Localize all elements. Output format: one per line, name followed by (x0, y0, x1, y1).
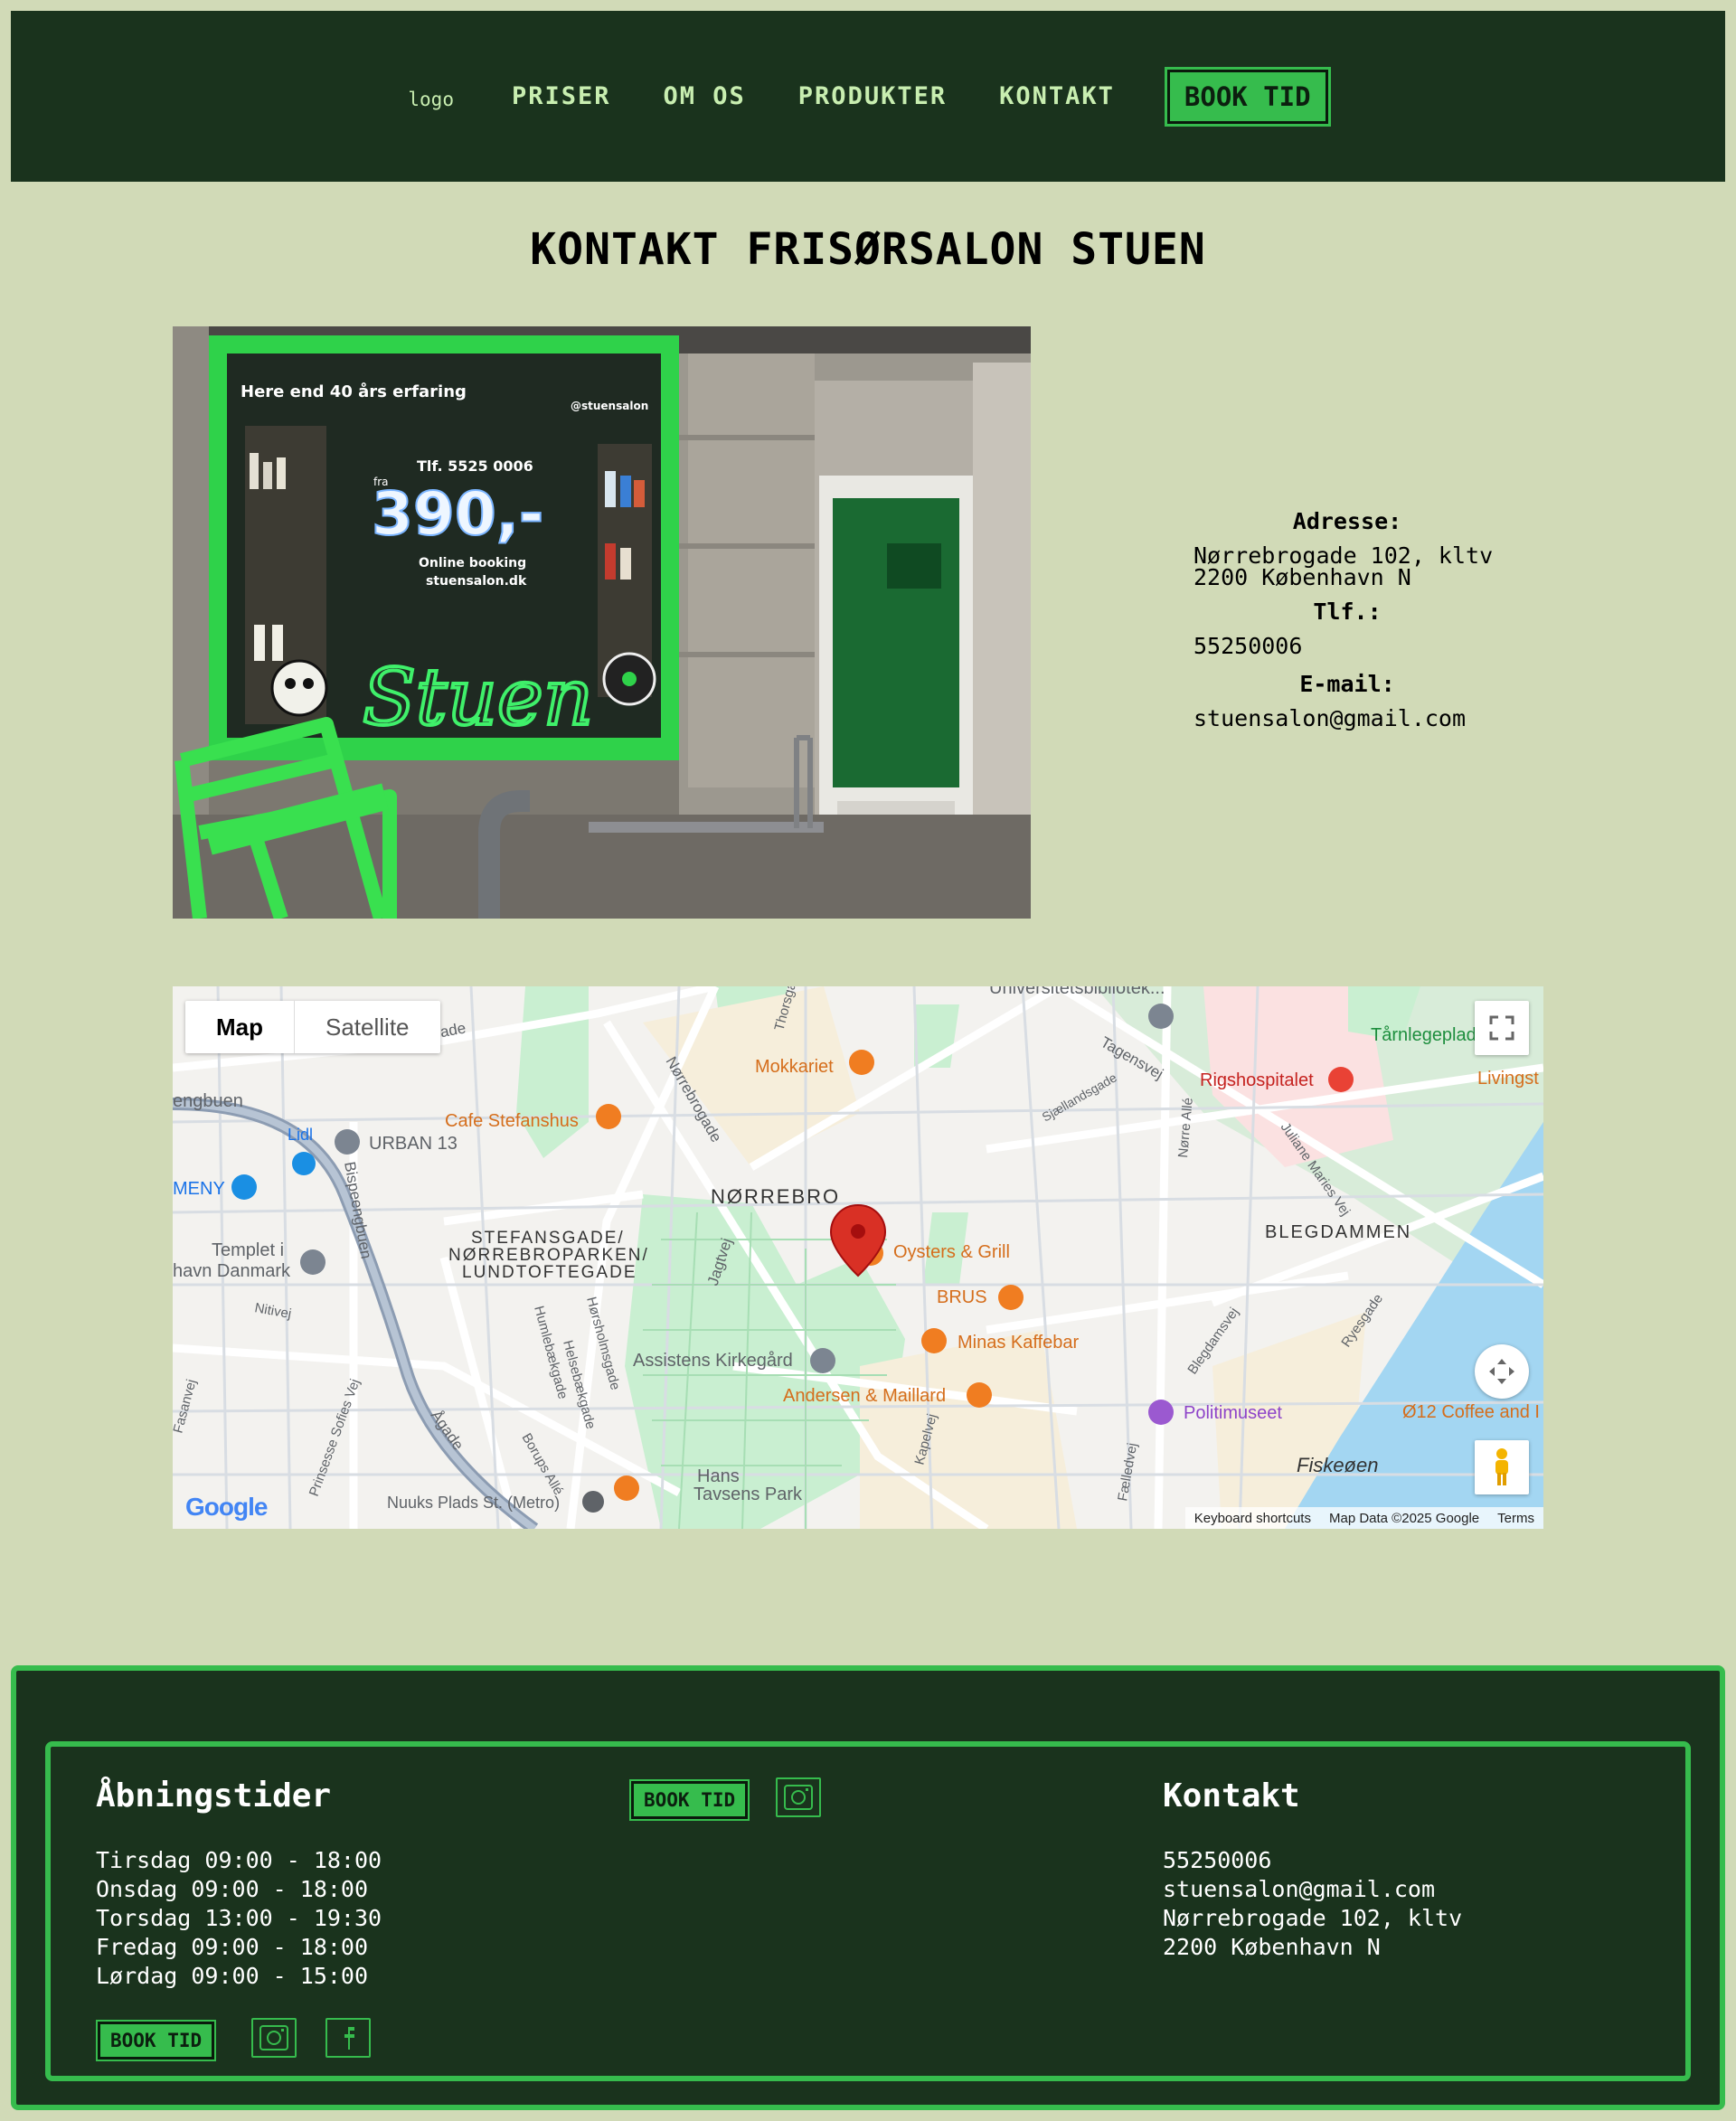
instagram-icon[interactable] (776, 1777, 821, 1817)
page-title: KONTAKT FRISØRSALON STUEN (530, 224, 1206, 275)
footer-phone[interactable]: 55250006 (1163, 1846, 1462, 1875)
poi-label[interactable]: Minas Kaffebar (958, 1333, 1079, 1353)
window-text-website: stuensalon.dk (426, 574, 527, 589)
hours-line: Lørdag 09:00 - 15:00 (96, 1963, 369, 1989)
camera-control-icon[interactable] (1475, 1344, 1529, 1399)
logo[interactable]: logo (408, 89, 454, 110)
poi-label[interactable]: Livingst (1477, 1069, 1539, 1089)
nav-priser[interactable]: PRISER (512, 82, 611, 110)
address-line-2: 2200 København N (1194, 564, 1411, 590)
phone-label: Tlf.: (1313, 599, 1382, 625)
window-text-online-booking: Online booking (419, 556, 526, 570)
poi-label[interactable]: havn Danmark (173, 1261, 291, 1281)
footer-panel: Åbningstider Tirsdag 09:00 - 18:00 Onsda… (45, 1741, 1691, 2081)
poi-label[interactable]: Oysters & Grill (893, 1242, 1010, 1262)
address-label: Adresse: (1292, 508, 1402, 534)
area-label: BLEGDAMMEN (1265, 1222, 1411, 1242)
window-text-price: 390,- (372, 479, 543, 549)
pegman-icon[interactable] (1475, 1440, 1529, 1494)
window-text-instagram: @stuensalon (571, 400, 648, 412)
hours-line: Tirsdag 09:00 - 18:00 (96, 1847, 382, 1873)
poi-label[interactable]: URBAN 13 (369, 1134, 458, 1154)
shop-photo: Here end 40 års erfaring @stuensalon Tlf… (173, 326, 1031, 919)
map-type-map[interactable]: Map (185, 1001, 295, 1053)
email-label: E-mail: (1299, 671, 1395, 697)
poi-label[interactable]: Mokkariet (755, 1057, 834, 1077)
hours-line: Onsdag 09:00 - 18:00 (96, 1876, 369, 1902)
poi-label[interactable]: Politimuseet (1184, 1403, 1282, 1423)
footer-book-tid-button-top[interactable]: BOOK TID (631, 1781, 749, 1819)
poi-label: Hans (697, 1466, 740, 1486)
poi-label[interactable]: Rigshospitalet (1200, 1070, 1314, 1090)
poi-label: Tavsens Park (693, 1485, 803, 1504)
facebook-icon[interactable] (326, 2018, 371, 2058)
poi-label[interactable]: Cafe Stefanshus (445, 1111, 579, 1131)
google-logo: Google (185, 1493, 268, 1522)
hours-heading: Åbningstider (96, 1777, 332, 1815)
poi-label[interactable]: BRUS (937, 1287, 987, 1307)
window-text-stuen: Stuen (363, 653, 593, 743)
map-data-attribution: Map Data ©2025 Google (1328, 1510, 1480, 1526)
map-footer: Keyboard shortcuts Map Data ©2025 Google… (1184, 1507, 1543, 1529)
nav-kontakt[interactable]: KONTAKT (999, 82, 1115, 110)
map-type-satellite[interactable]: Satellite (295, 1001, 440, 1053)
area-label: STEFANSGADE/ (471, 1229, 625, 1248)
main-nav: logo PRISER OM OS PRODUKTER KONTAKT BOOK… (408, 69, 1328, 124)
poi-label[interactable]: Universitetsbibliotek... (989, 986, 1165, 998)
contact-info: Adresse: Nørrebrogade 102, kltv 2200 Køb… (1194, 508, 1501, 746)
site-footer: Åbningstider Tirsdag 09:00 - 18:00 Onsda… (11, 1665, 1725, 2110)
fullscreen-icon[interactable] (1475, 1001, 1529, 1055)
site-header: logo PRISER OM OS PRODUKTER KONTAKT BOOK… (11, 11, 1725, 182)
footer-contact-list: 55250006 stuensalon@gmail.com Nørrebroga… (1163, 1846, 1462, 1962)
nav-om-os[interactable]: OM OS (664, 82, 746, 110)
google-logo-text: Google (185, 1493, 268, 1521)
area-label: NØRREBROPARKEN/ (448, 1246, 649, 1265)
book-tid-button[interactable]: BOOK TID (1166, 69, 1328, 124)
phone-value[interactable]: 55250006 (1194, 635, 1501, 657)
poi-label[interactable]: Lidl (288, 1126, 313, 1144)
terms-link[interactable]: Terms (1488, 1511, 1543, 1526)
instagram-icon[interactable] (251, 2018, 297, 2058)
poi-label[interactable]: Tårnlegeplad (1371, 1025, 1477, 1045)
keyboard-shortcuts-link[interactable]: Keyboard shortcuts (1185, 1511, 1320, 1526)
poi-label[interactable]: Andersen & Maillard (783, 1386, 946, 1406)
footer-address-line-2: 2200 København N (1163, 1934, 1381, 1960)
street-label: engbuen (173, 1091, 243, 1111)
poi-label: Fiskeøen (1297, 1454, 1378, 1476)
poi-label[interactable]: MENY (173, 1179, 225, 1199)
address-value: Nørrebrogade 102, kltv 2200 København N (1194, 544, 1501, 590)
poi-label[interactable]: Nuuks Plads St. (Metro) (387, 1494, 560, 1512)
poi-label[interactable]: Ø12 Coffee and I (1402, 1402, 1540, 1422)
email-value[interactable]: stuensalon@gmail.com (1194, 707, 1501, 730)
footer-email[interactable]: stuensalon@gmail.com (1163, 1875, 1462, 1904)
opening-hours-list: Tirsdag 09:00 - 18:00 Onsdag 09:00 - 18:… (96, 1846, 382, 1991)
hours-line: Fredag 09:00 - 18:00 (96, 1934, 369, 1960)
poi-label[interactable]: Assistens Kirkegård (633, 1351, 793, 1371)
footer-address-line-1: Nørrebrogade 102, kltv (1163, 1905, 1463, 1931)
nav-produkter[interactable]: PRODUKTER (798, 82, 947, 110)
hours-line: Torsdag 13:00 - 19:30 (96, 1905, 382, 1931)
footer-contact-heading: Kontakt (1163, 1777, 1300, 1815)
area-label: LUNDTOFTEGADE (462, 1263, 637, 1282)
window-text-phone: Tlf. 5525 0006 (417, 457, 533, 475)
window-text-erfaring: Here end 40 års erfaring (241, 382, 467, 401)
map-type-control: Map Satellite (185, 1001, 440, 1053)
area-label: NØRREBRO (711, 1185, 840, 1208)
poi-label[interactable]: Templet i (212, 1240, 284, 1260)
google-map[interactable]: NØRREBRO STEFANSGADE/ NØRREBROPARKEN/ LU… (173, 986, 1543, 1529)
footer-book-tid-button-bottom[interactable]: BOOK TID (98, 2022, 215, 2060)
